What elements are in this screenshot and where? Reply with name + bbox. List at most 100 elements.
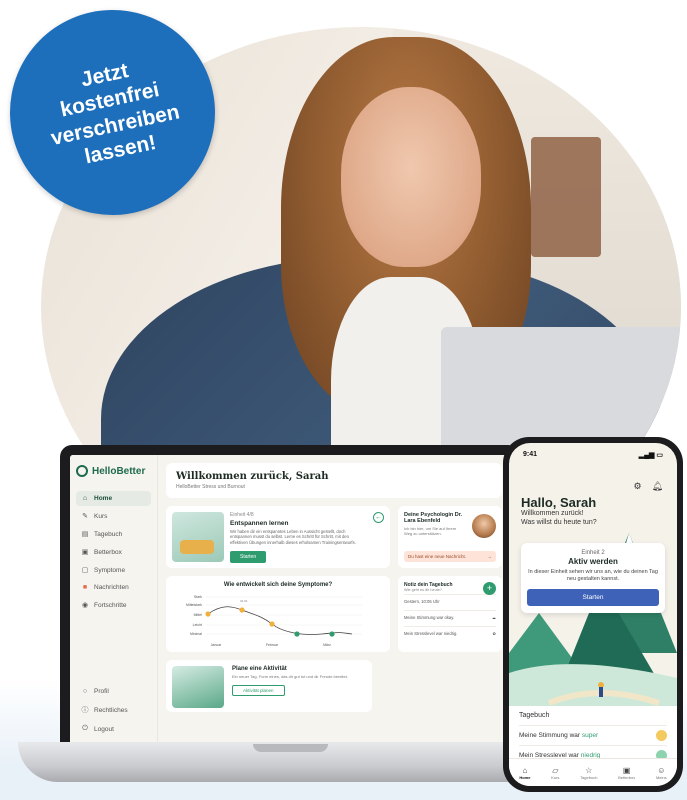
chart-point: [239, 607, 245, 613]
course-icon: ▱: [552, 765, 559, 775]
sidebar-item-kurs[interactable]: ✎ Kurs: [76, 508, 151, 524]
diary-icon: ▤: [81, 531, 89, 538]
status-time: 9:41: [523, 451, 538, 458]
sidebar-item-rechtliches[interactable]: ⓘ Rechtliches: [76, 701, 133, 719]
arrow-right-icon: →: [487, 554, 493, 559]
sidebar-item-logout[interactable]: ⏻ Logout: [76, 721, 133, 737]
phone-subtitle-1: Willkommen zurück!: [521, 510, 584, 517]
phone-unit-card: Einheit 2 Aktiv werden In dieser Einheit…: [521, 543, 665, 614]
plant-icon: ✿: [492, 631, 496, 636]
chart-y-label: Stark: [194, 595, 202, 599]
diary-stress-row[interactable]: Mein Stresslevel war niedrig. ✿: [404, 626, 496, 640]
chart-y-label: Mittel: [194, 613, 203, 617]
chart-x-label: Februar: [266, 643, 279, 647]
phone-unit-title: Aktiv werden: [568, 557, 618, 566]
app-logo[interactable]: HelloBetter: [76, 465, 151, 477]
bell-icon[interactable]: 🔔︎: [652, 481, 663, 492]
star-icon: ☆: [585, 765, 593, 775]
tab-tagebuch[interactable]: ☆ Tagebuch: [580, 766, 597, 780]
box-icon: ▣: [622, 765, 631, 775]
box-icon: ▣: [81, 549, 89, 556]
tab-home[interactable]: ⌂ Home: [519, 766, 530, 780]
phone-unit-body: In dieser Einheit sehen wir uns an, wie …: [528, 569, 658, 583]
new-message-banner[interactable]: Du hast eine neue Nachricht. →: [404, 551, 496, 562]
logo-icon: [76, 465, 88, 477]
chart-point: [329, 631, 335, 637]
cloud-icon: ☁: [491, 615, 496, 620]
relax-illustration: [172, 512, 224, 562]
welcome-card: Willkommen zurück, Sarah HelloBetter Str…: [166, 463, 502, 498]
status-bar: 9:41 ▂▄▆ ▭: [509, 443, 677, 459]
welcome-subtitle: HelloBetter Stress und Burnout: [176, 484, 245, 490]
promo-stage: Jetzt kostenfrei verschreiben lassen! He…: [0, 0, 687, 800]
phone-mood-row[interactable]: Meine Stimmung war super: [519, 725, 667, 745]
add-entry-button[interactable]: +: [483, 582, 496, 595]
sidebar-item-home[interactable]: ⌂ Home: [76, 491, 151, 506]
home-icon: ⌂: [82, 495, 88, 502]
arrow-left-icon[interactable]: ←: [373, 512, 384, 523]
course-icon: ✎: [82, 513, 88, 520]
avatar: [472, 514, 496, 538]
sidebar-item-tagebuch[interactable]: ▤ Tagebuch: [76, 526, 151, 542]
settings-icon[interactable]: ⚙: [633, 481, 641, 492]
tab-meins[interactable]: ☺ Meins: [656, 766, 667, 780]
phone-screen: 9:41 ▂▄▆ ▭ ⚙ 🔔︎ Hallo, Sarah Willkommen …: [509, 443, 677, 786]
diary-date: Gestern, 10:05 Uhr: [404, 594, 496, 608]
tab-betterbox[interactable]: ▣ Betterbox: [618, 766, 635, 780]
chart-y-label: Leicht: [193, 623, 202, 627]
symptom-chart: Stark Mittelstark Mittel Leicht Minimal: [186, 595, 362, 647]
psychologist-card[interactable]: Deine Psychologin Dr. Lara Ebenfeld Ich …: [398, 506, 502, 568]
clipboard-icon: ▢: [81, 567, 89, 574]
tab-kurs[interactable]: ▱ Kurs: [551, 766, 559, 780]
eye-icon: ◉: [81, 602, 89, 609]
psychologist-body: Ich bin hier, um Sie auf Ihrem Weg zu un…: [404, 526, 457, 536]
phone-subtitle-2: Was willst du heute tun?: [521, 518, 597, 526]
chart-y-label: Mittelstark: [186, 603, 202, 607]
user-icon: ○: [82, 688, 88, 695]
sidebar-item-profil[interactable]: ○ Profil: [76, 684, 133, 699]
mood-face-icon: [656, 730, 667, 741]
sidebar-item-betterbox[interactable]: ▣ Betterbox: [76, 544, 151, 560]
phone-tab-bar: ⌂ Home ▱ Kurs ☆ Tagebuch ▣ Betterbox ☺ Meins: [509, 758, 677, 786]
sidebar-item-nachrichten[interactable]: ■ Nachrichten: [76, 580, 151, 595]
chart-x-label: März: [323, 643, 331, 647]
start-unit-button[interactable]: Starten: [230, 551, 267, 564]
dashboard-main: Willkommen zurück, Sarah HelloBetter Str…: [158, 455, 510, 745]
phone-diary-header: Tagebuch: [519, 712, 550, 719]
chart-point: [269, 621, 275, 627]
diary-mood-row[interactable]: Meine Stimmung war okay. ☁: [404, 610, 496, 624]
info-icon: ⓘ: [81, 707, 89, 714]
home-icon: ⌂: [522, 765, 528, 775]
laptop-screen: HelloBetter ⌂ Home ✎ Kurs ▤ Tagebuch ▣ Bette…: [70, 455, 510, 745]
unit-card: Einheit 4/8 Entspannen lernen Wir haben …: [166, 506, 390, 568]
diary-card: Notiz dein Tagebuch Wie geht es dir heut…: [398, 576, 502, 652]
unit-title: Entspannen lernen: [230, 520, 289, 527]
chart-x-label: Januar: [211, 643, 223, 647]
sidebar-item-symptome[interactable]: ▢ Symptome: [76, 562, 151, 578]
chart-y-label: Minimal: [190, 632, 202, 636]
phone-frame: 9:41 ▂▄▆ ▭ ⚙ 🔔︎ Hallo, Sarah Willkommen …: [503, 437, 683, 792]
sidebar: HelloBetter ⌂ Home ✎ Kurs ▤ Tagebuch ▣ Bette…: [70, 455, 158, 745]
activity-illustration: [172, 666, 224, 708]
unit-body: Wir haben dir ein entspanntes Leben in A…: [230, 529, 356, 545]
phone-unit-label: Einheit 2: [581, 550, 605, 556]
signal-battery-icon: ▂▄▆ ▭: [638, 452, 663, 459]
phone-greeting: Hallo, Sarah: [521, 495, 597, 510]
laptop-frame: HelloBetter ⌂ Home ✎ Kurs ▤ Tagebuch ▣ Bette…: [60, 445, 520, 745]
plan-body: Ein neuer Tag, Form eines, das dir gut t…: [232, 674, 348, 679]
plan-activity-button[interactable]: Aktivität planen: [232, 685, 285, 696]
plan-title: Plane eine Aktivität: [232, 666, 287, 672]
chart-point: [294, 631, 300, 637]
unit-label: Einheit 4/8: [230, 512, 254, 518]
psychologist-title: Deine Psychologin Dr. Lara Ebenfeld: [404, 512, 463, 524]
chart-callout: 31.01: [240, 599, 248, 603]
phone-start-button[interactable]: Starten: [527, 589, 659, 607]
user-icon: ☺: [657, 765, 666, 775]
message-icon: ■: [82, 584, 88, 591]
sidebar-item-fortschritte[interactable]: ◉ Fortschritte: [76, 597, 151, 613]
symptom-chart-card: Wie entwickelt sich deine Symptome? Star…: [166, 576, 390, 652]
plan-activity-card: Plane eine Aktivität Ein neuer Tag, Form…: [166, 660, 372, 712]
photo-person-face: [341, 87, 481, 267]
chart-point: [205, 611, 211, 617]
laptop-base: [18, 742, 563, 782]
